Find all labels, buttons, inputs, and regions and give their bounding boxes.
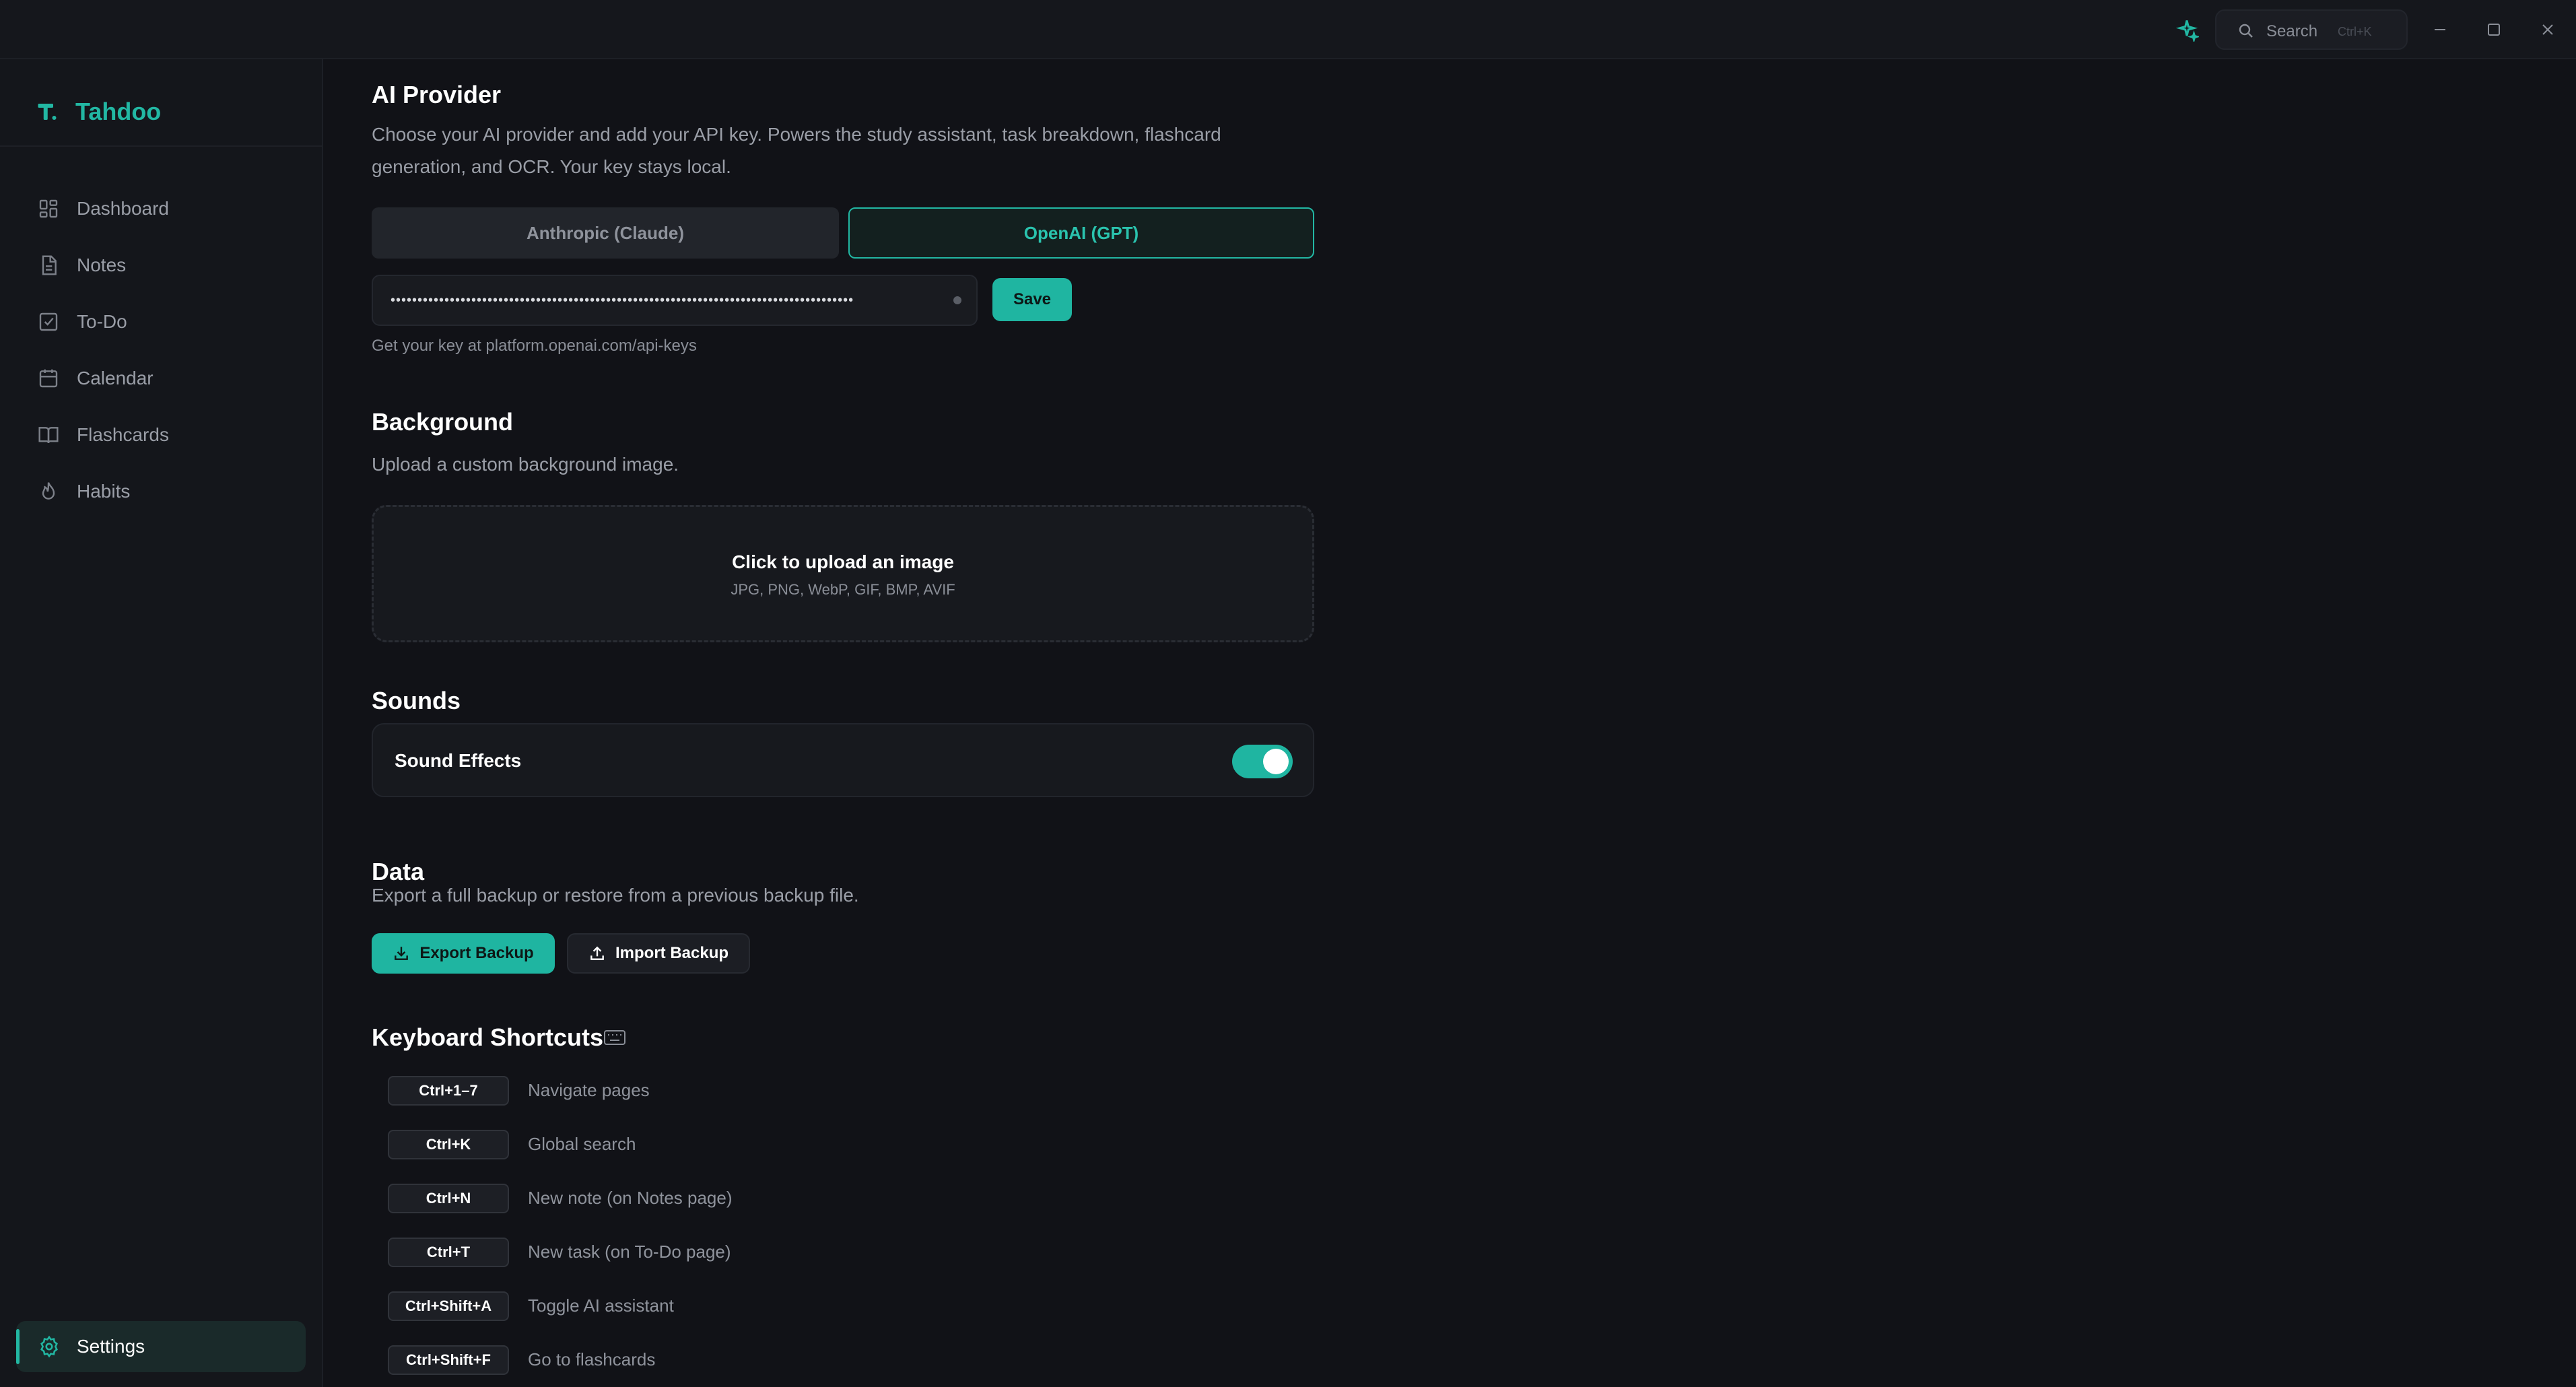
search-icon: [2239, 24, 2253, 38]
api-key-value: ••••••••••••••••••••••••••••••••••••••••…: [391, 293, 854, 308]
shortcut-description: Navigate pages: [528, 1080, 650, 1100]
sidebar-item-label: Flashcards: [77, 424, 169, 445]
app-window: Search Ctrl+K Tahdoo Dashboard Notes To-…: [0, 0, 2576, 1387]
dashboard-icon: [39, 199, 58, 218]
ai-provider-description: Choose your AI provider and add your API…: [372, 124, 1221, 177]
sparkle-icon[interactable]: [2175, 18, 2199, 42]
close-icon[interactable]: [2534, 16, 2561, 43]
shortcut-description: New task (on To-Do page): [528, 1242, 731, 1262]
todo-icon: [39, 312, 58, 331]
sidebar-item-todo[interactable]: To-Do: [0, 294, 322, 350]
api-key-input[interactable]: ••••••••••••••••••••••••••••••••••••••••…: [372, 275, 978, 326]
shortcut-row: Ctrl+N New note (on Notes page): [388, 1184, 1061, 1238]
upload-formats: JPG, PNG, WebP, GIF, BMP, AVIF: [731, 581, 955, 598]
sidebar-item-label: Calendar: [77, 368, 154, 388]
background-description: Upload a custom background image.: [372, 454, 679, 475]
export-backup-button[interactable]: Export Backup: [372, 933, 555, 974]
minimize-icon[interactable]: [2427, 16, 2453, 43]
shortcut-row: Ctrl+Shift+F Go to flashcards: [388, 1345, 1061, 1387]
download-icon: [395, 947, 409, 960]
search-shortcut-hint: Ctrl+K: [2338, 25, 2372, 38]
toggle-knob: [1263, 749, 1289, 774]
sidebar-nav: Dashboard Notes To-Do Calendar Flashcard…: [0, 180, 322, 520]
sidebar: Tahdoo Dashboard Notes To-Do Calendar Fl…: [0, 59, 323, 1387]
sounds-title: Sounds: [372, 687, 461, 714]
gear-icon: [40, 1335, 58, 1358]
shortcut-key: Ctrl+K: [388, 1130, 509, 1159]
export-backup-label: Export Backup: [419, 944, 534, 962]
settings-label: Settings: [77, 1336, 145, 1357]
brand[interactable]: Tahdoo: [35, 92, 161, 132]
shortcut-description: Global search: [528, 1134, 636, 1154]
tab-anthropic[interactable]: Anthropic (Claude): [372, 207, 839, 259]
shortcut-row: Ctrl+1–7 Navigate pages: [388, 1076, 1061, 1130]
notes-icon: [42, 255, 57, 275]
api-key-hint: Get your key at platform.openai.com/api-…: [372, 337, 697, 355]
ai-provider-title: AI Provider: [372, 81, 502, 108]
shortcut-row: Ctrl+T New task (on To-Do page): [388, 1238, 1061, 1291]
sound-effects-toggle[interactable]: [1232, 745, 1293, 778]
shortcut-key: Ctrl+Shift+A: [388, 1291, 509, 1321]
title-bar: Search Ctrl+K: [0, 0, 2576, 59]
tab-openai[interactable]: OpenAI (GPT): [848, 207, 1314, 259]
background-title: Background: [372, 408, 514, 436]
sidebar-item-settings[interactable]: Settings: [16, 1321, 306, 1372]
save-key-button[interactable]: Save: [992, 278, 1072, 321]
shortcut-row: Ctrl+K Global search: [388, 1130, 1061, 1184]
brand-name: Tahdoo: [75, 98, 162, 125]
shortcut-key: Ctrl+Shift+F: [388, 1345, 509, 1375]
shortcut-key: Ctrl+T: [388, 1238, 509, 1267]
sidebar-item-dashboard[interactable]: Dashboard: [0, 180, 322, 237]
sidebar-item-label: Notes: [77, 255, 127, 275]
background-upload-dropzone[interactable]: Click to upload an image JPG, PNG, WebP,…: [372, 505, 1314, 642]
sound-effects-row: Sound Effects: [372, 723, 1314, 797]
upload-title: Click to upload an image: [732, 551, 954, 572]
import-backup-label: Import Backup: [615, 944, 729, 962]
global-search-button[interactable]: Search Ctrl+K: [2215, 9, 2408, 50]
maximize-icon[interactable]: [2480, 16, 2507, 43]
sound-effects-label: Sound Effects: [395, 750, 522, 771]
shortcut-row: Ctrl+Shift+A Toggle AI assistant: [388, 1291, 1061, 1345]
keyboard-shortcuts-title: Keyboard Shortcuts: [372, 1023, 604, 1051]
habits-icon: [42, 482, 55, 500]
shortcuts-list: Ctrl+1–7 Navigate pages Ctrl+K Global se…: [388, 1076, 1061, 1387]
keyboard-icon: [604, 1030, 625, 1045]
show-key-icon[interactable]: [953, 296, 961, 304]
upload-icon: [590, 946, 604, 960]
tahdoo-logo-icon: [38, 104, 57, 120]
sidebar-item-label: To-Do: [77, 311, 127, 332]
shortcut-description: Toggle AI assistant: [528, 1295, 674, 1316]
calendar-icon: [39, 369, 58, 388]
shortcut-description: Go to flashcards: [528, 1349, 656, 1369]
flashcards-icon: [38, 427, 59, 444]
sidebar-item-label: Habits: [77, 481, 131, 502]
sidebar-item-notes[interactable]: Notes: [0, 237, 322, 294]
sidebar-item-calendar[interactable]: Calendar: [0, 350, 322, 407]
import-backup-button[interactable]: Import Backup: [567, 933, 750, 974]
search-label: Search: [2266, 22, 2318, 40]
sidebar-item-flashcards[interactable]: Flashcards: [0, 407, 322, 463]
shortcut-key: Ctrl+1–7: [388, 1076, 509, 1106]
sidebar-divider: [0, 145, 322, 147]
shortcut-key: Ctrl+N: [388, 1184, 509, 1213]
data-description: Export a full backup or restore from a p…: [372, 885, 859, 906]
sidebar-item-label: Dashboard: [77, 198, 169, 219]
shortcut-description: New note (on Notes page): [528, 1188, 733, 1208]
sidebar-item-habits[interactable]: Habits: [0, 463, 322, 520]
